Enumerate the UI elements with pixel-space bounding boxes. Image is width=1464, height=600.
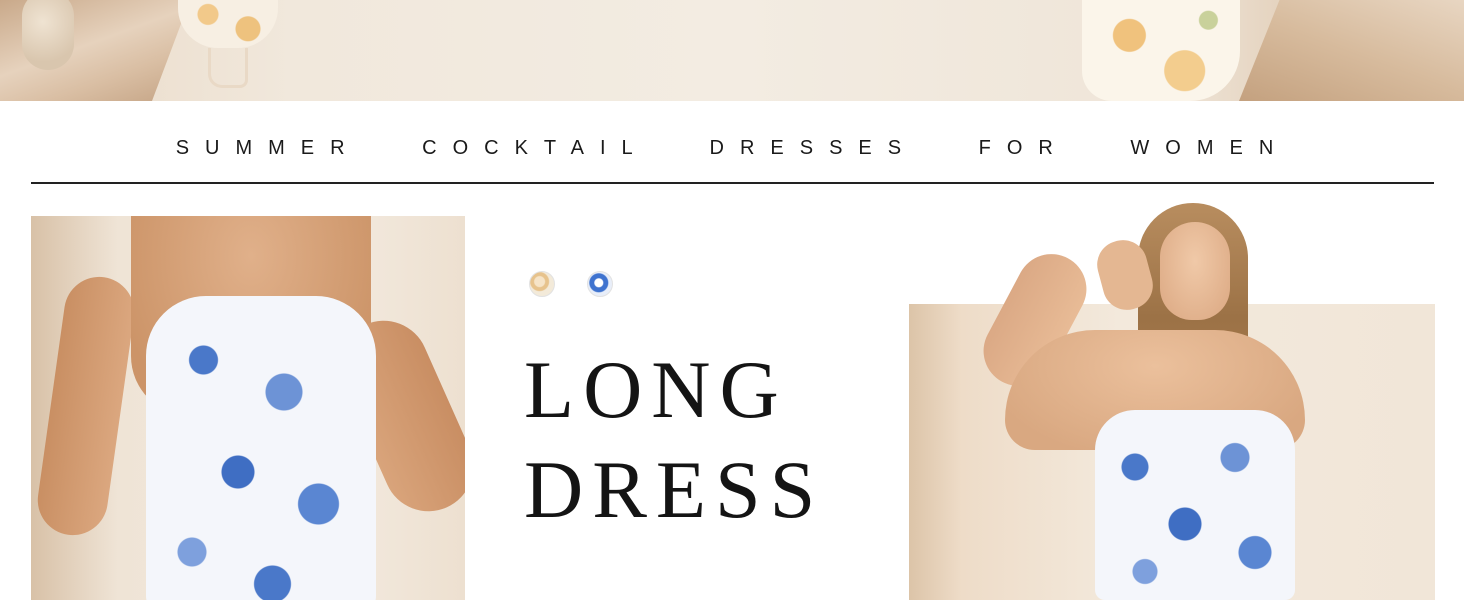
drape-right [1239, 0, 1464, 101]
heading-divider [31, 182, 1434, 184]
blue-floral-dress [146, 296, 376, 600]
section-heading: SUMMER COCKTAIL DRESSES FOR WOMEN [175, 137, 1290, 159]
model-face [1160, 222, 1230, 320]
cushion [22, 0, 74, 70]
product-photo-closeup [31, 216, 465, 600]
product-title-line-2: DRESS [524, 444, 825, 535]
floral-dress-skirt [1082, 0, 1240, 101]
blue-floral-swatch[interactable] [587, 271, 613, 297]
sandal [208, 48, 248, 88]
model-arm-left [33, 272, 139, 540]
blue-floral-dress-model [1095, 410, 1295, 600]
product-title-line-1: LONG [524, 344, 788, 435]
beige-floral-swatch[interactable] [529, 271, 555, 297]
floral-dress-hem [178, 0, 278, 48]
top-banner-photo [0, 0, 1464, 101]
